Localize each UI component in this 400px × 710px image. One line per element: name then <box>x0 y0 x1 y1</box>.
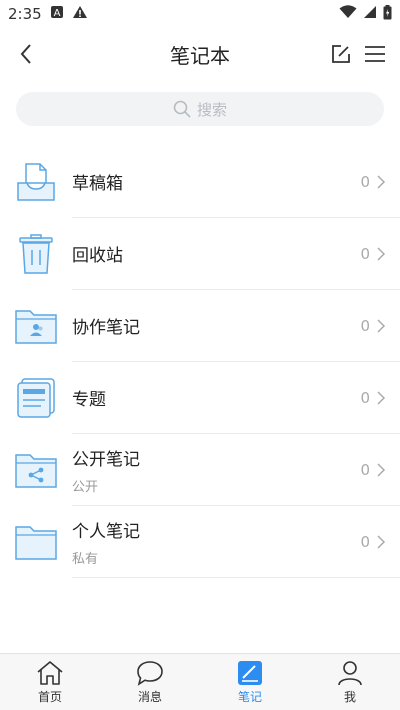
list-item-drafts[interactable]: 草稿箱 0 <box>0 146 400 218</box>
item-subtitle: 私有 <box>72 551 99 567</box>
collab-folder-icon <box>0 290 72 362</box>
folder-icon <box>0 506 72 578</box>
chevron-right-icon <box>377 391 386 405</box>
wifi-icon <box>339 5 357 23</box>
chevron-right-icon <box>377 175 386 189</box>
back-button[interactable] <box>12 40 40 68</box>
share-folder-icon <box>0 434 72 506</box>
item-name: 个人笔记 <box>72 521 140 542</box>
item-count: 0 <box>360 461 370 479</box>
tab-label: 消息 <box>137 689 162 704</box>
note-icon <box>238 660 262 685</box>
item-count: 0 <box>360 389 370 407</box>
item-name: 回收站 <box>72 246 123 266</box>
tab-label: 笔记 <box>237 689 262 704</box>
page-title: 笔记本 <box>170 43 230 68</box>
user-icon <box>338 660 362 685</box>
list-item-public[interactable]: 公开笔记 公开 0 <box>0 434 400 506</box>
chevron-left-icon <box>20 44 31 64</box>
chevron-right-icon <box>377 319 386 333</box>
chat-icon <box>137 660 163 686</box>
item-count: 0 <box>360 245 370 263</box>
chevron-right-icon <box>377 463 386 477</box>
battery-icon <box>383 4 392 24</box>
status-time: 2:35 <box>8 5 42 23</box>
item-count: 0 <box>360 533 370 551</box>
item-name: 专题 <box>72 390 106 410</box>
drafts-icon <box>0 146 72 218</box>
status-bar: 2:35 A <box>0 0 400 28</box>
item-subtitle: 公开 <box>72 479 99 495</box>
list-item-personal[interactable]: 个人笔记 私有 0 <box>0 506 400 578</box>
chevron-right-icon <box>377 247 386 261</box>
tab-home[interactable]: 首页 <box>0 654 100 710</box>
tab-notes[interactable]: 笔记 <box>200 654 300 710</box>
chevron-right-icon <box>377 535 386 549</box>
signal-icon <box>363 5 377 23</box>
notebook-list: 草稿箱 0 回收站 0 协作笔记 0 专题 0 公开笔记 公开 0 个人笔记 私… <box>0 146 400 578</box>
search-icon <box>173 100 191 118</box>
list-item-collab[interactable]: 协作笔记 0 <box>0 290 400 362</box>
tab-me[interactable]: 我 <box>300 654 400 710</box>
svg-text:A: A <box>53 8 60 19</box>
warning-icon <box>72 5 88 23</box>
item-name: 协作笔记 <box>72 318 140 338</box>
trash-icon <box>0 218 72 290</box>
menu-button[interactable] <box>362 41 388 67</box>
item-name: 公开笔记 <box>72 449 140 470</box>
search-placeholder: 搜索 <box>196 100 227 119</box>
home-icon <box>37 660 63 685</box>
list-item-trash[interactable]: 回收站 0 <box>0 218 400 290</box>
new-note-button[interactable] <box>328 41 354 67</box>
item-count: 0 <box>360 317 370 335</box>
tab-label: 首页 <box>37 689 62 704</box>
edit-icon <box>332 45 350 63</box>
search-input[interactable]: 搜索 <box>16 92 384 126</box>
tab-messages[interactable]: 消息 <box>100 654 200 710</box>
notification-a-icon: A <box>50 5 64 23</box>
bottom-tab-bar: 首页 消息 笔记 我 <box>0 653 400 710</box>
list-item-topics[interactable]: 专题 0 <box>0 362 400 434</box>
top-bar: 笔记本 <box>0 28 400 80</box>
item-count: 0 <box>360 173 370 191</box>
topics-icon <box>0 362 72 434</box>
tab-label: 我 <box>343 689 356 704</box>
item-name: 草稿箱 <box>72 174 123 194</box>
search-wrap: 搜索 <box>0 80 400 136</box>
menu-icon <box>365 46 385 62</box>
